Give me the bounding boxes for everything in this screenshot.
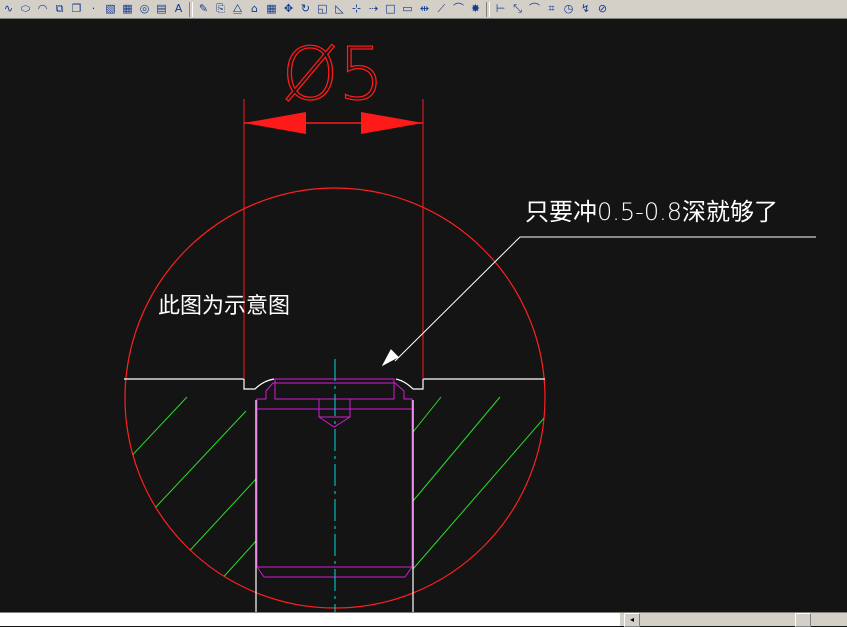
leader-annotation <box>381 236 816 367</box>
leader-note: 只要冲0.5-0.8深就够了 <box>525 198 778 226</box>
aligned-dimension-icon[interactable]: ⤡ <box>509 1 526 17</box>
insert-block-icon[interactable]: ⧉ <box>51 1 68 17</box>
erase-icon[interactable]: ✎ <box>195 1 212 17</box>
move-icon[interactable]: ✥ <box>280 1 297 17</box>
gradient-icon[interactable]: ▦ <box>119 1 136 17</box>
dimension-text: Ø5 <box>282 32 384 116</box>
radius-dimension-icon[interactable]: ◷ <box>560 1 577 17</box>
toolbar-separator <box>189 1 193 17</box>
drawing-caption: 此图为示意图 <box>158 294 290 319</box>
trim-icon[interactable]: ⊹ <box>348 1 365 17</box>
break-icon[interactable]: ▭ <box>399 1 416 17</box>
array-icon[interactable]: ▦ <box>263 1 280 17</box>
drawing-canvas[interactable]: Ø5 只要冲0.5-0.8深就够了 此图为示意图 <box>0 19 847 612</box>
arc-length-icon[interactable]: ⌒ <box>526 1 543 17</box>
mirror-icon[interactable]: ⧋ <box>229 1 246 17</box>
hatch-icon[interactable]: ▧ <box>102 1 119 17</box>
jogged-dimension-icon[interactable]: ↯ <box>577 1 594 17</box>
explode-icon[interactable]: ✸ <box>467 1 484 17</box>
toolbar-separator <box>486 1 490 17</box>
make-block-icon[interactable]: ❐ <box>68 1 85 17</box>
diameter-dimension: Ø5 <box>243 31 424 379</box>
extend-icon[interactable]: ⇢ <box>365 1 382 17</box>
modify-draw-toolbar: ∿ ⬭ ◠ ⧉ ❐ · ▧ ▦ ◎ ▤ A ✎ ⎘ ⧋ ⌂ ▦ ✥ ↻ ◱ ◺ ⊹ ⇢ □ ▭ ⇹ ⟋ ⌒ ✸ ⊢ ⤡ ⌒ ⌗ ◷ ↯ ⊘ <box>0 0 847 19</box>
copy-icon[interactable]: ⎘ <box>212 1 229 17</box>
break-at-point-icon[interactable]: □ <box>382 1 399 17</box>
ordinate-dimension-icon[interactable]: ⌗ <box>543 1 560 17</box>
join-icon[interactable]: ⇹ <box>416 1 433 17</box>
scale-icon[interactable]: ◱ <box>314 1 331 17</box>
linear-dimension-icon[interactable]: ⊢ <box>492 1 509 17</box>
diameter-dimension-icon[interactable]: ⊘ <box>594 1 611 17</box>
ellipse-icon[interactable]: ⬭ <box>17 1 34 17</box>
region-icon[interactable]: ◎ <box>136 1 153 17</box>
multiline-text-icon[interactable]: A <box>170 1 187 17</box>
layout-tabs-area <box>0 613 620 626</box>
offset-icon[interactable]: ⌂ <box>246 1 263 17</box>
ellipse-arc-icon[interactable]: ◠ <box>34 1 51 17</box>
chamfer-icon[interactable]: ⟋ <box>433 1 450 17</box>
spline-icon[interactable]: ∿ <box>0 1 17 17</box>
stretch-icon[interactable]: ◺ <box>331 1 348 17</box>
rotate-icon[interactable]: ↻ <box>297 1 314 17</box>
horizontal-scrollbar[interactable]: ◂ <box>0 612 847 627</box>
fillet-icon[interactable]: ⌒ <box>450 1 467 17</box>
table-icon[interactable]: ▤ <box>153 1 170 17</box>
point-icon[interactable]: · <box>85 1 102 17</box>
